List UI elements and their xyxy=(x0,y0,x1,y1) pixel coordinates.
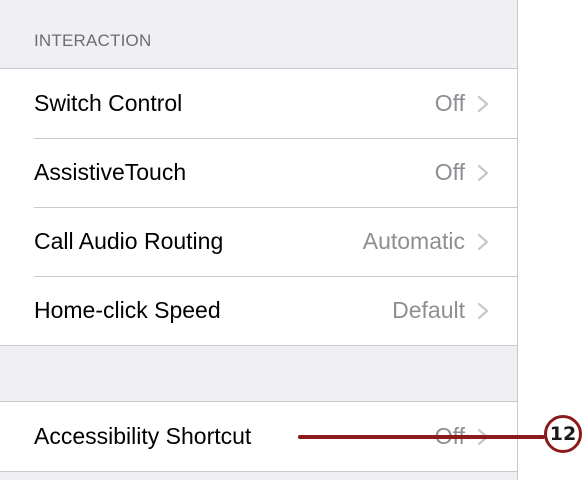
row-value: Automatic xyxy=(362,228,465,254)
callout-badge: 12 xyxy=(544,415,582,453)
section-header-label: INTERACTION xyxy=(34,31,152,50)
section-header: INTERACTION xyxy=(0,0,517,68)
settings-screen: INTERACTION Switch Control Off Assistive… xyxy=(0,0,518,480)
chevron-right-icon xyxy=(477,302,489,320)
assistivetouch-row[interactable]: AssistiveTouch Off xyxy=(0,138,517,207)
home-click-speed-row[interactable]: Home-click Speed Default xyxy=(0,276,517,345)
callout-line xyxy=(298,435,545,439)
row-label: Accessibility Shortcut xyxy=(34,423,252,449)
row-label: Call Audio Routing xyxy=(34,228,224,254)
chevron-right-icon xyxy=(477,233,489,251)
row-label: Home-click Speed xyxy=(34,297,221,323)
row-label: AssistiveTouch xyxy=(34,159,187,185)
chevron-right-icon xyxy=(477,164,489,182)
call-audio-routing-row[interactable]: Call Audio Routing Automatic xyxy=(0,207,517,276)
row-value: Off xyxy=(434,159,465,185)
chevron-right-icon xyxy=(477,95,489,113)
interaction-group: Switch Control Off AssistiveTouch Off Ca… xyxy=(0,68,517,346)
row-value: Default xyxy=(392,297,465,323)
row-value: Off xyxy=(434,90,465,116)
switch-control-row[interactable]: Switch Control Off xyxy=(0,69,517,138)
row-label: Switch Control xyxy=(34,90,183,116)
